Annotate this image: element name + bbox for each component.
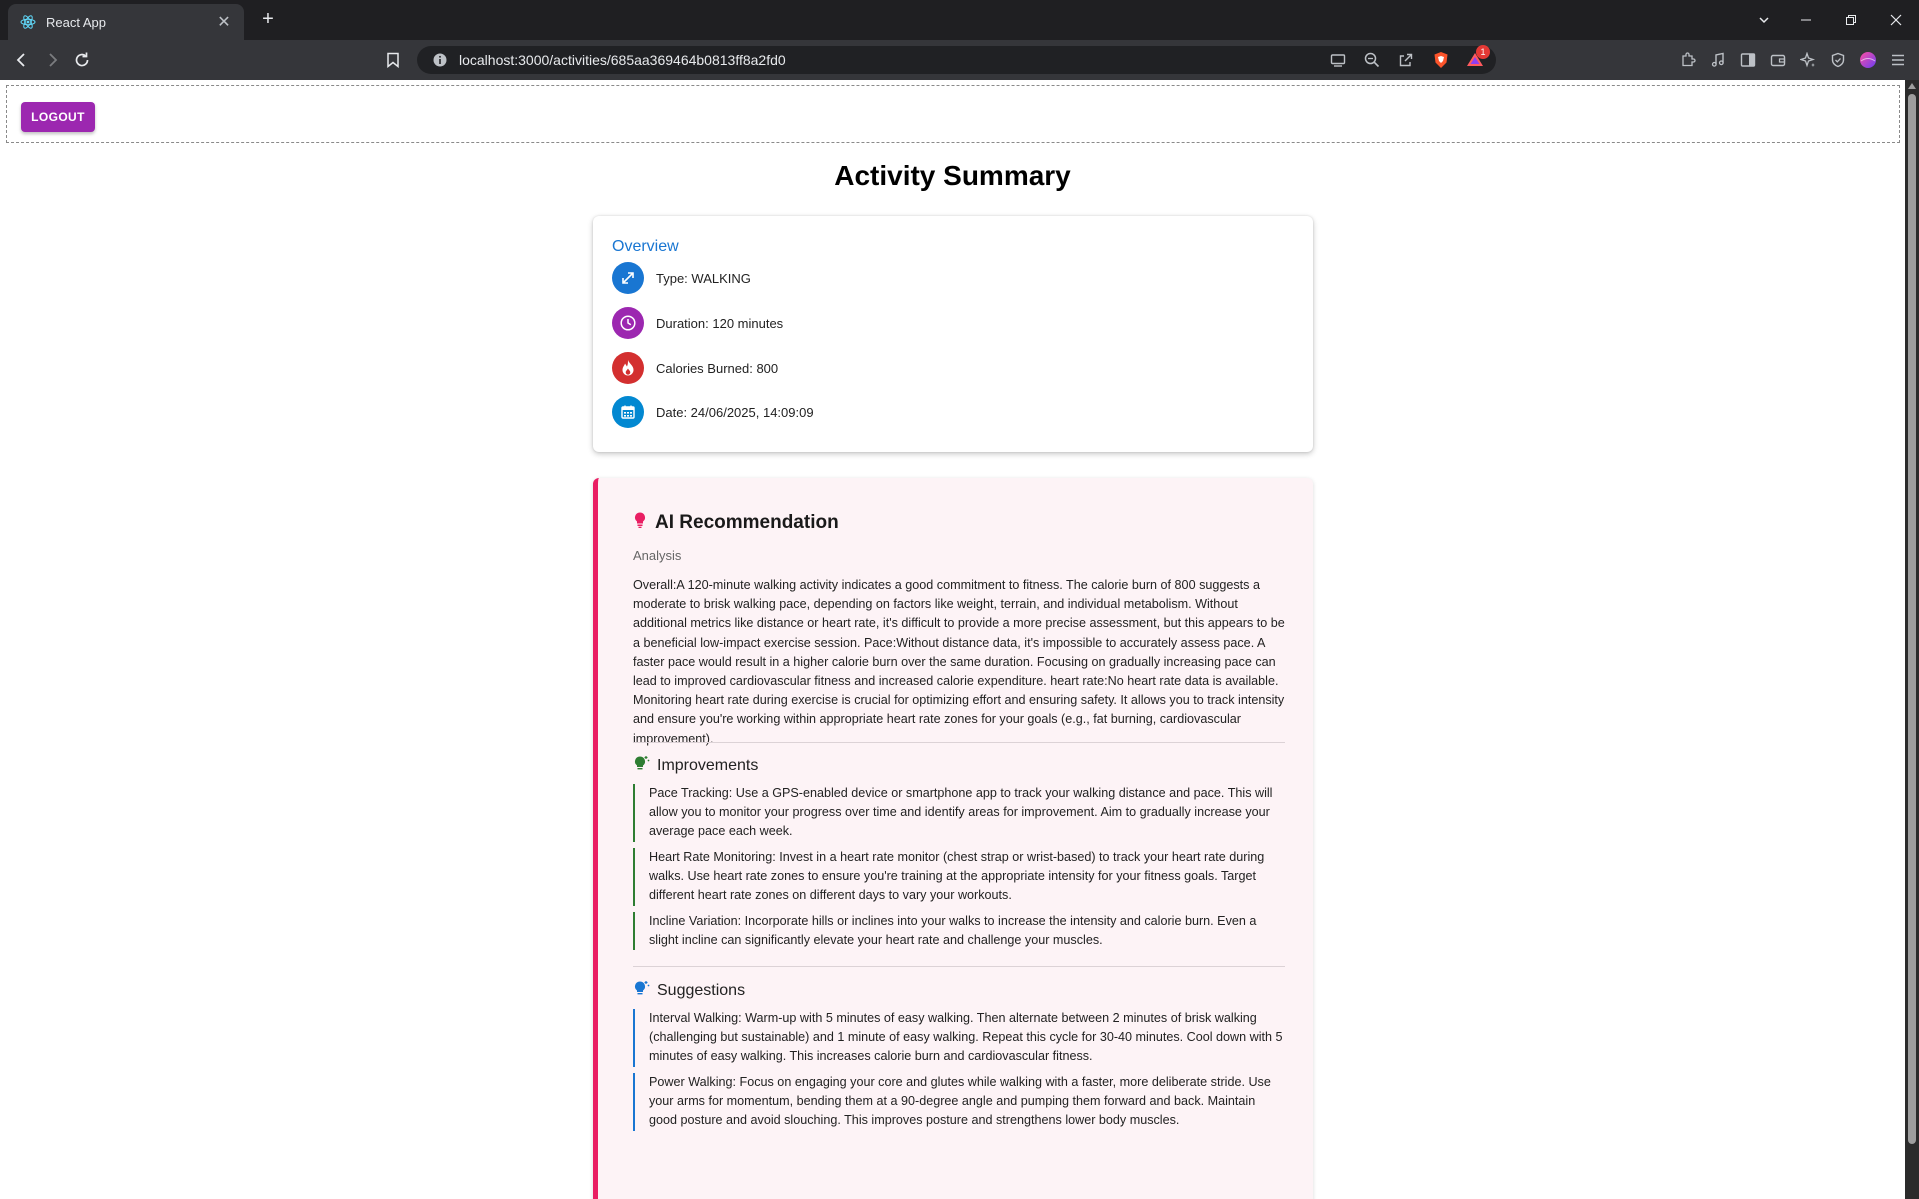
improvement-item: Heart Rate Monitoring: Invest in a heart… [633,848,1285,906]
type-row: Type: WALKING [612,262,751,294]
tab-search-icon[interactable] [1741,0,1787,40]
page-scrollbar[interactable] [1905,80,1919,1199]
duration-row: Duration: 120 minutes [612,307,783,339]
logout-button[interactable]: LOGOUT [21,102,95,132]
leo-ai-icon[interactable] [1796,48,1820,72]
arrows-diagonal-icon [612,262,644,294]
activity-date: Date: 24/06/2025, 14:09:09 [656,404,814,420]
lightbulb-icon [633,511,647,534]
ai-recommendation-heading: AI Recommendation [655,511,839,533]
analysis-label: Analysis [633,548,682,563]
flame-icon [612,352,644,384]
ai-recommendation-card: AI Recommendation Analysis Overall:A 120… [593,478,1313,1199]
restore-icon[interactable] [1828,0,1874,40]
app-header: LOGOUT [6,85,1900,143]
tab-close-icon[interactable]: ✕ [216,12,232,32]
lightbulb-sparkle-icon [633,754,651,777]
sidebar-icon[interactable] [1736,48,1760,72]
browser-tab[interactable]: React App ✕ [8,4,244,40]
clock-icon [612,307,644,339]
vpn-shield-icon[interactable] [1826,48,1850,72]
suggestions-header: Suggestions [633,979,745,1002]
improvements-header: Improvements [633,754,758,777]
scroll-up-icon[interactable] [1908,83,1916,89]
suggestion-item: Power Walking: Focus on engaging your co… [633,1073,1285,1131]
share-icon[interactable] [1394,48,1418,72]
profile-avatar-icon[interactable] [1856,48,1880,72]
date-row: Date: 24/06/2025, 14:09:09 [612,396,814,428]
zoom-icon[interactable] [1360,48,1384,72]
tab-title: React App [46,14,106,30]
calories-row: Calories Burned: 800 [612,352,778,384]
overview-card: Overview Type: WALKING Duration: 120 min… [593,216,1313,452]
minimize-icon[interactable] [1783,0,1829,40]
media-icon[interactable] [1706,48,1730,72]
browser-titlebar: React App ✕ + [0,0,1919,40]
divider [633,966,1285,967]
activity-duration: Duration: 120 minutes [656,315,784,331]
brave-rewards-icon[interactable]: 1 [1463,45,1490,72]
brave-shield-icon[interactable] [1429,48,1453,72]
url-text: localhost:3000/activities/685aa369464b08… [459,52,786,68]
improvement-item: Pace Tracking: Use a GPS-enabled device … [633,784,1285,842]
page-content: LOGOUT Activity Summary Overview Type: W… [0,80,1905,1199]
improvements-heading: Improvements [657,756,759,774]
activity-type: Type: WALKING [656,270,751,286]
suggestions-heading: Suggestions [657,981,746,999]
wallet-icon[interactable] [1766,48,1790,72]
site-info-icon[interactable] [425,53,455,67]
menu-icon[interactable] [1886,48,1910,72]
install-app-icon[interactable] [1326,48,1350,72]
scrollbar-thumb[interactable] [1908,94,1916,1144]
page-title: Activity Summary [834,160,1071,191]
overview-heading: Overview [612,238,679,255]
new-tab-icon[interactable]: + [256,8,280,32]
calories-burned: Calories Burned: 800 [656,360,779,376]
reload-icon[interactable] [70,48,94,72]
notification-badge: 1 [1476,45,1490,59]
bookmark-icon[interactable] [381,48,405,72]
suggestion-item: Interval Walking: Warm-up with 5 minutes… [633,1009,1285,1067]
improvement-item: Incline Variation: Incorporate hills or … [633,912,1285,951]
calendar-icon [612,396,644,428]
extensions-icon[interactable] [1676,48,1700,72]
ai-recommendation-header: AI Recommendation [633,511,839,534]
divider [633,742,1285,743]
analysis-text: Overall:A 120-minute walking activity in… [633,578,1285,746]
forward-icon[interactable] [40,48,64,72]
close-window-icon[interactable] [1873,0,1919,40]
back-icon[interactable] [10,48,34,72]
lightbulb-sparkle-icon [633,979,651,1002]
react-logo-icon [20,14,36,30]
